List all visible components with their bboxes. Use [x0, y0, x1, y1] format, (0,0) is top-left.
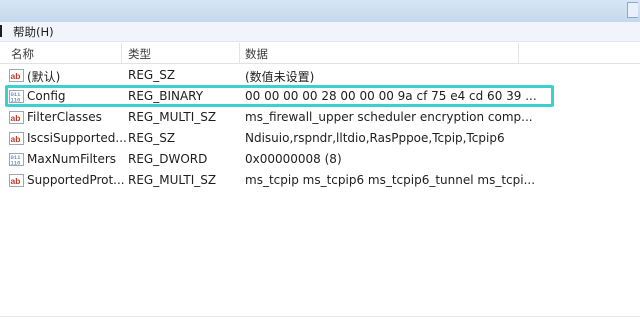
- svg-text:110: 110: [11, 160, 21, 167]
- value-name: IscsiSupported...: [27, 131, 127, 145]
- column-divider[interactable]: [518, 43, 519, 63]
- menu-bar: 帮助(H): [0, 22, 640, 42]
- value-type: REG_DWORD: [128, 152, 208, 166]
- column-divider[interactable]: [239, 43, 240, 63]
- column-header-type[interactable]: 类型: [128, 46, 151, 62]
- svg-text:ab: ab: [11, 113, 21, 123]
- value-name: (默认): [27, 70, 61, 84]
- registry-value-row[interactable]: 011 110 MaxNumFilters REG_DWORD 0x000000…: [0, 149, 640, 170]
- value-data: (数值未设置): [245, 70, 315, 84]
- binary-value-icon: 011 110: [9, 153, 24, 166]
- string-value-icon: ab: [9, 111, 24, 124]
- value-name: FilterClasses: [27, 110, 102, 124]
- string-value-icon: ab: [9, 132, 24, 145]
- string-value-icon: ab: [9, 174, 24, 187]
- registry-value-row[interactable]: ab (默认) REG_SZ (数值未设置): [0, 65, 640, 86]
- value-name: SupportedProt...: [27, 173, 125, 187]
- column-divider[interactable]: [121, 43, 122, 63]
- svg-text:ab: ab: [11, 134, 21, 144]
- svg-text:ab: ab: [11, 176, 21, 186]
- registry-value-row[interactable]: ab FilterClasses REG_MULTI_SZ ms_firewal…: [0, 107, 640, 128]
- value-data: 0x00000008 (8): [245, 152, 342, 166]
- value-name: MaxNumFilters: [27, 152, 117, 166]
- value-data: ms_tcpip ms_tcpip6 ms_tcpip6_tunnel ms_t…: [245, 173, 536, 187]
- column-header-data[interactable]: 数据: [245, 46, 268, 62]
- list-header: 名称 类型 数据: [0, 43, 640, 64]
- value-data: Ndisuio,rspndr,lltdio,RasPppoe,Tcpip,Tcp…: [245, 131, 505, 145]
- value-type: REG_SZ: [128, 131, 176, 145]
- string-value-icon: ab: [9, 69, 24, 82]
- registry-value-row[interactable]: ab IscsiSupported... REG_SZ Ndisuio,rspn…: [0, 128, 640, 149]
- value-type: REG_MULTI_SZ: [128, 173, 217, 187]
- menu-help[interactable]: 帮助(H): [13, 24, 54, 40]
- window-title-bar: [0, 0, 640, 22]
- window-control-button[interactable]: [627, 2, 638, 18]
- value-type: REG_SZ: [128, 68, 176, 82]
- value-type: REG_MULTI_SZ: [128, 110, 217, 124]
- svg-text:ab: ab: [11, 71, 21, 81]
- divider: [0, 316, 640, 317]
- registry-value-row[interactable]: ab SupportedProt... REG_MULTI_SZ ms_tcpi…: [0, 170, 640, 191]
- highlight-annotation-box: [5, 85, 554, 107]
- value-data: ms_firewall_upper scheduler encryption c…: [245, 110, 533, 124]
- menu-divider: [0, 25, 2, 37]
- column-header-name[interactable]: 名称: [11, 46, 34, 62]
